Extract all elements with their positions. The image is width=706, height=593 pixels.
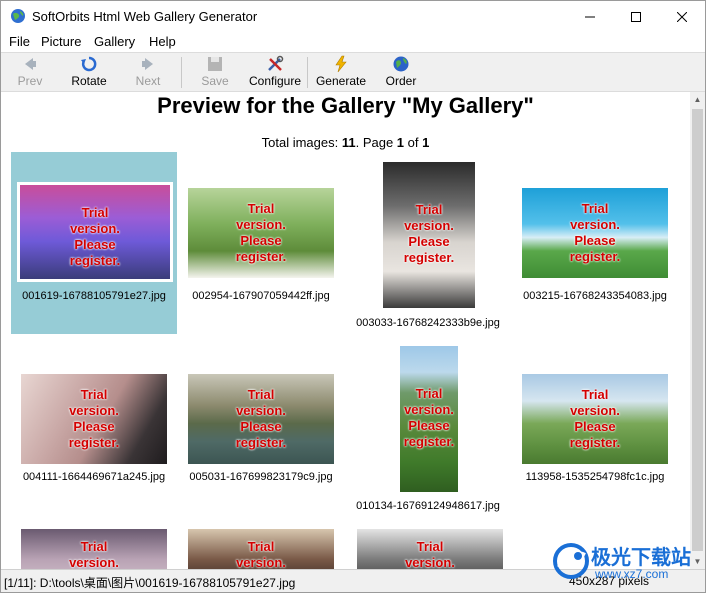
menu-gallery[interactable]: Gallery bbox=[94, 34, 135, 49]
thumbnail-image: Trial version. bbox=[21, 529, 167, 569]
gallery-item[interactable]: Trial version. bbox=[345, 524, 511, 569]
menu-picture[interactable]: Picture bbox=[41, 34, 81, 49]
thumbnail-image: Trial version. Please register. bbox=[383, 162, 475, 308]
thumbnail-image: Trial version. Please register. bbox=[17, 182, 173, 282]
total-images-count: 11 bbox=[341, 135, 356, 150]
gallery-item[interactable]: Trial version. bbox=[178, 524, 344, 569]
toolbar-separator bbox=[181, 57, 182, 88]
gallery-item[interactable]: Trial version. Please register. 003033-1676… bbox=[345, 152, 511, 334]
trial-watermark: Trial version. bbox=[69, 539, 119, 569]
rotate-icon bbox=[81, 56, 97, 72]
menu-bar: File Picture Gallery Help bbox=[1, 32, 705, 52]
gallery-item[interactable]: Trial version. Please register. 010134-1676… bbox=[345, 336, 511, 518]
menu-file[interactable]: File bbox=[9, 34, 30, 49]
gallery-item[interactable]: Trial version. Please register. 003215-1676… bbox=[512, 152, 678, 334]
trial-watermark: Trial version. Please register. bbox=[569, 201, 621, 264]
totals-prefix: Total images: bbox=[261, 135, 342, 150]
thumbnail-image: Trial version. bbox=[357, 529, 503, 569]
thumbnail-image: Trial version. bbox=[188, 529, 334, 569]
thumbnail-caption: 003033-16768242333b9e.jpg bbox=[356, 317, 500, 329]
toolbar-separator bbox=[307, 57, 308, 88]
site-watermark-text: 极光下载站 bbox=[591, 545, 691, 569]
next-button[interactable]: Next bbox=[129, 55, 167, 91]
arrow-right-icon bbox=[142, 58, 153, 70]
thumbnail-image: Trial version. Please register. bbox=[21, 374, 167, 464]
trial-watermark: Trial version. Please register. bbox=[403, 386, 455, 449]
prev-button[interactable]: Prev bbox=[11, 55, 49, 91]
toolbar: Prev Rotate Next Save Configure Generate… bbox=[1, 52, 705, 92]
thumbnail-image: Trial version. Please register. bbox=[188, 188, 334, 278]
thumbnail-image: Trial version. Please register. bbox=[522, 188, 668, 278]
lightning-icon bbox=[335, 55, 347, 73]
gallery-item[interactable]: Trial version. Please register. 113958-1535… bbox=[512, 336, 678, 518]
save-label: Save bbox=[201, 74, 229, 88]
app-window: SoftOrbits Html Web Gallery Generator Fi… bbox=[0, 0, 706, 593]
gallery-item[interactable]: Trial version. Please register. 005031-1676… bbox=[178, 336, 344, 518]
arrow-left-icon bbox=[25, 58, 36, 70]
globe-icon bbox=[393, 56, 409, 72]
window-title: SoftOrbits Html Web Gallery Generator bbox=[32, 9, 258, 24]
thumbnail-caption: 004111-1664469671a245.jpg bbox=[22, 471, 166, 483]
thumbnail-image: Trial version. Please register. bbox=[522, 374, 668, 464]
thumbnail-caption: 005031-167699823179c9.jpg bbox=[189, 471, 333, 483]
site-watermark-url: www.xz7.com bbox=[595, 567, 669, 581]
generate-label: Generate bbox=[315, 74, 367, 88]
maximize-button[interactable] bbox=[613, 1, 659, 32]
menu-help[interactable]: Help bbox=[149, 34, 176, 49]
save-disk-icon bbox=[208, 57, 222, 71]
app-globe-icon bbox=[11, 9, 25, 23]
gallery-item-selected[interactable]: Trial version. Please register. 001619-1678… bbox=[11, 152, 177, 334]
minimize-icon bbox=[585, 16, 595, 17]
total-pages: 1 bbox=[422, 135, 430, 150]
scroll-up-arrow-icon[interactable]: ▲ bbox=[690, 92, 705, 107]
site-watermark-logo: 极光下载站 www.xz7.com bbox=[549, 539, 699, 587]
trial-watermark: Trial version. Please register. bbox=[403, 202, 455, 265]
gallery-totals: Total images: 11. Page 1 of 1 bbox=[1, 135, 690, 150]
page-prefix: . Page bbox=[355, 135, 397, 150]
configure-tools-icon bbox=[268, 55, 284, 71]
trial-watermark: Trial version. Please register. bbox=[235, 201, 287, 264]
rotate-label: Rotate bbox=[71, 74, 107, 88]
order-button[interactable]: Order bbox=[381, 55, 421, 91]
rotate-button[interactable]: Rotate bbox=[67, 55, 111, 91]
close-button[interactable] bbox=[659, 1, 705, 32]
thumbnail-image: Trial version. Please register. bbox=[188, 374, 334, 464]
order-label: Order bbox=[385, 74, 417, 88]
generate-button[interactable]: Generate bbox=[313, 55, 369, 91]
gallery-heading: Preview for the Gallery "My Gallery" bbox=[157, 93, 534, 118]
current-page: 1 bbox=[396, 135, 405, 150]
gallery-item[interactable]: Trial version. Please register. 004111-1664… bbox=[11, 336, 177, 518]
minimize-button[interactable] bbox=[567, 1, 613, 32]
of-label: of bbox=[404, 135, 423, 150]
status-file-path: [1/11]: D:\tools\桌面\图片\001619-1678810579… bbox=[4, 576, 296, 590]
save-button[interactable]: Save bbox=[197, 55, 233, 91]
thumbnail-caption: 002954-167907059442ff.jpg bbox=[192, 290, 330, 302]
vertical-scrollbar[interactable]: ▲ ▼ bbox=[690, 92, 705, 569]
configure-button[interactable]: Configure bbox=[247, 55, 303, 91]
trial-watermark: Trial version. Please register. bbox=[235, 387, 287, 450]
prev-label: Prev bbox=[17, 74, 43, 88]
trial-watermark: Trial version. Please register. bbox=[569, 387, 621, 450]
gallery-item[interactable]: Trial version. bbox=[11, 524, 177, 569]
thumbnail-caption: 010134-16769124948617.jpg bbox=[356, 500, 500, 512]
next-label: Next bbox=[135, 74, 161, 88]
thumbnail-caption: 003215-16768243354083.jpg bbox=[523, 290, 667, 302]
gallery-item[interactable]: Trial version. Please register. 002954-1679… bbox=[178, 152, 344, 334]
scrollbar-thumb[interactable] bbox=[692, 109, 703, 551]
title-bar[interactable]: SoftOrbits Html Web Gallery Generator bbox=[1, 1, 705, 32]
configure-label: Configure bbox=[248, 74, 302, 88]
thumbnail-caption: 001619-16788105791e27.jpg bbox=[22, 290, 166, 302]
thumbnail-image: Trial version. Please register. bbox=[400, 346, 458, 492]
thumbnail-caption: 113958-1535254798fc1c.jpg bbox=[525, 471, 665, 483]
trial-watermark: Trial version. Please register. bbox=[69, 205, 121, 268]
gallery-preview: Preview for the Gallery "My Gallery" Tot… bbox=[1, 92, 690, 569]
trial-watermark: Trial version. bbox=[236, 539, 286, 569]
close-icon bbox=[677, 11, 687, 22]
maximize-icon bbox=[631, 11, 641, 22]
trial-watermark: Trial version. bbox=[405, 539, 455, 569]
trial-watermark: Trial version. Please register. bbox=[68, 387, 120, 450]
site-logo-icon bbox=[553, 543, 589, 579]
